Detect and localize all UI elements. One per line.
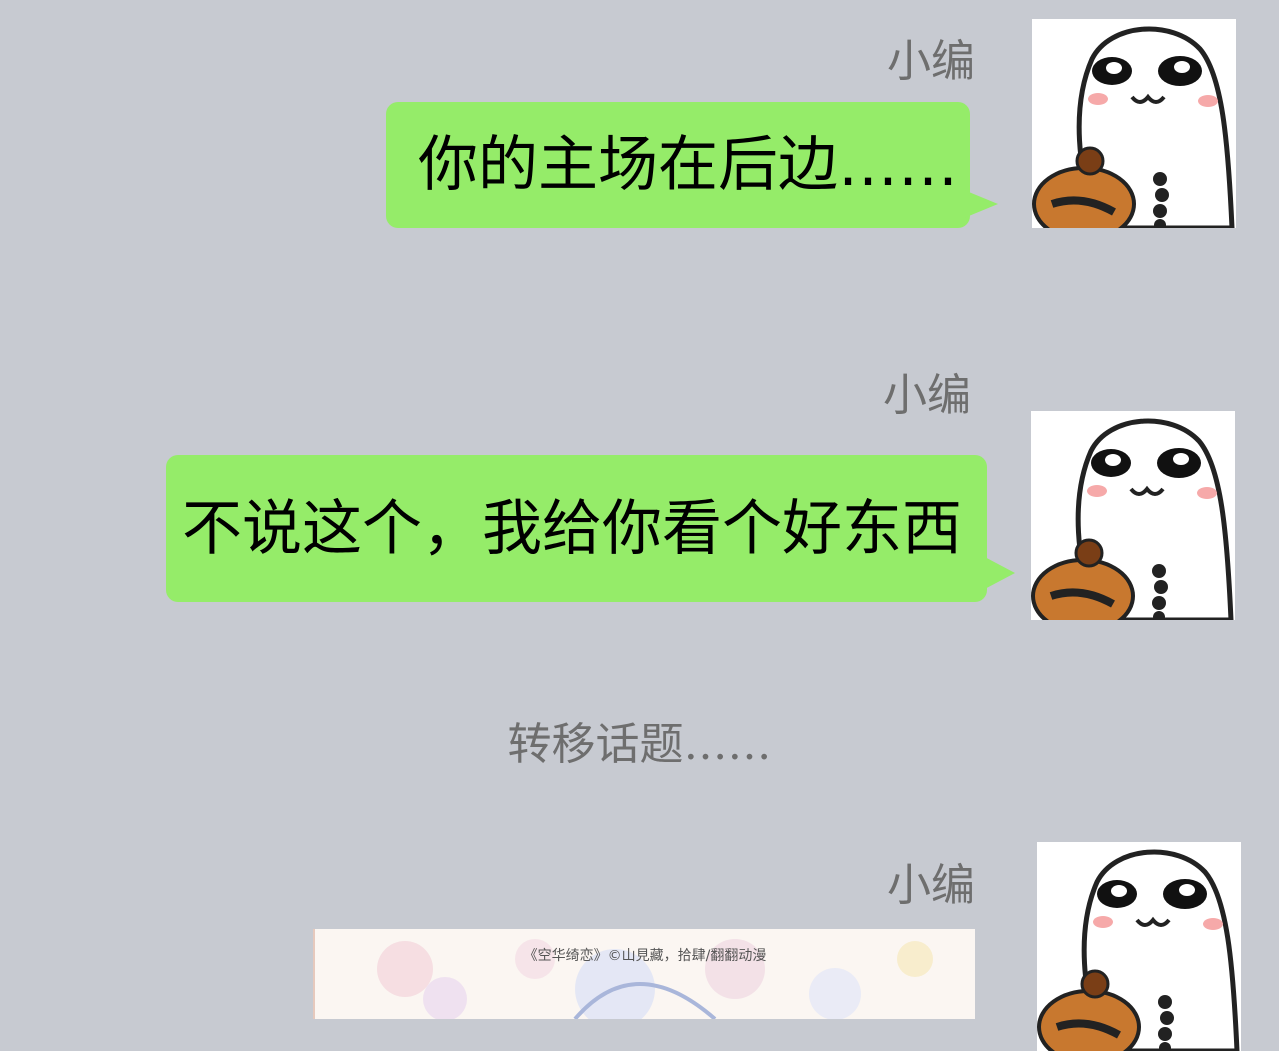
topic-change-text: 转移话题…… xyxy=(507,719,772,770)
cute-blob-avatar-icon[interactable] xyxy=(1031,411,1235,620)
image-credit: 《空华绮恋》©山見藏，拾肆/翻翻动漫 xyxy=(523,948,767,964)
sender-name: 小编 xyxy=(883,370,971,421)
image-message[interactable]: 《空华绮恋》©山見藏，拾肆/翻翻动漫 xyxy=(313,929,975,1019)
cute-blob-avatar-icon[interactable] xyxy=(1032,19,1236,228)
message-text: 你的主场在后边…… xyxy=(418,130,958,200)
bubble-tail xyxy=(981,555,1015,591)
cute-blob-avatar-icon[interactable] xyxy=(1037,842,1241,1051)
floral-illustration xyxy=(377,939,933,1019)
sender-name: 小编 xyxy=(887,36,975,87)
message-text: 不说这个，我给你看个好东西 xyxy=(182,493,962,564)
bubble-tail xyxy=(964,190,998,218)
message-bubble[interactable]: 不说这个，我给你看个好东西 xyxy=(166,455,1015,602)
message-bubble[interactable]: 你的主场在后边…… xyxy=(386,102,998,228)
sender-name: 小编 xyxy=(887,860,975,911)
